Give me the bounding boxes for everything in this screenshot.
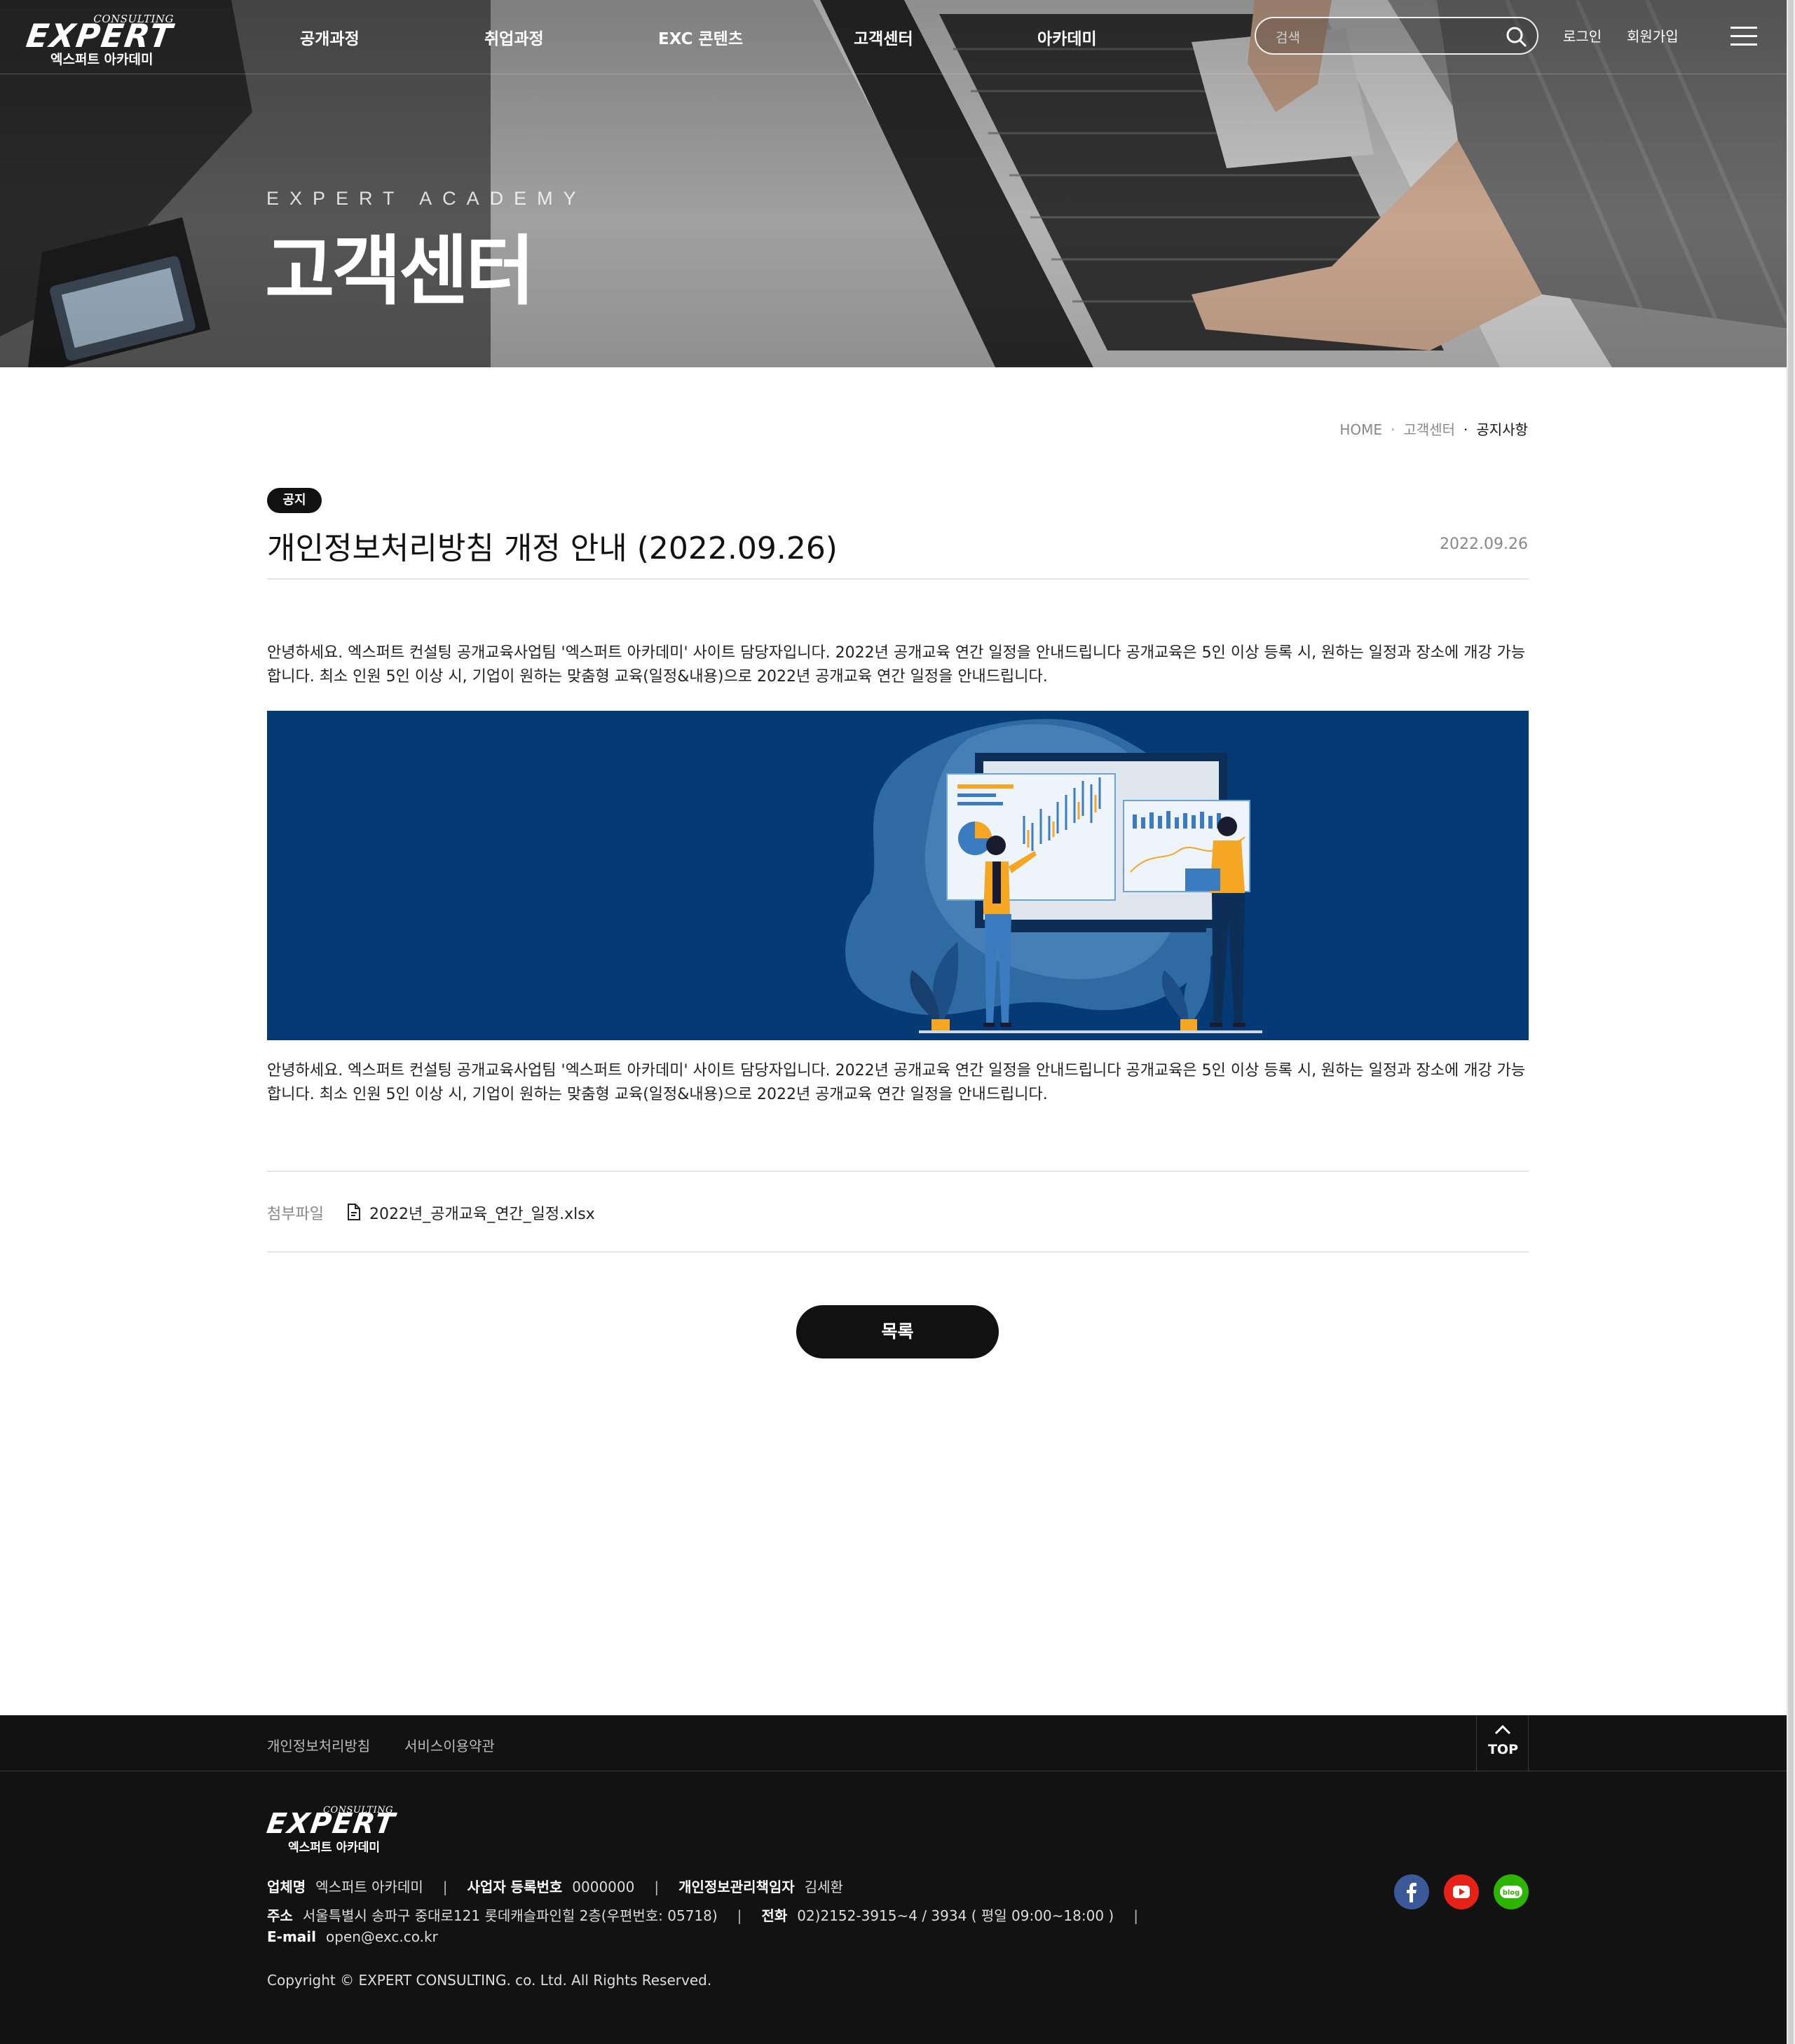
post-title: 개인정보처리방침 개정 안내 (2022.09.26): [267, 531, 838, 566]
site-logo[interactable]: CONSULTING EXPERT 엑스퍼트 아카데미: [24, 13, 175, 67]
page-title: 고객센터: [265, 228, 535, 315]
notice-badge: 공지: [267, 488, 322, 513]
breadcrumb-customer-center[interactable]: 고객센터: [1403, 421, 1455, 438]
hero-banner: CONSULTING EXPERT 엑스퍼트 아카데미 공개과정 취업과정 EX…: [0, 0, 1795, 367]
nav-item-public-courses[interactable]: 공개과정: [300, 25, 360, 49]
copyright: Copyright © EXPERT CONSULTING. co. Ltd. …: [267, 1972, 712, 1989]
login-link[interactable]: 로그인: [1563, 25, 1602, 46]
breadcrumb: HOME · 고객센터 · 공지사항: [1339, 421, 1528, 438]
company-info-line-2: 주소 서울특별시 송파구 중대로121 롯데캐슬파인힐 2층(우편번호: 0571…: [267, 1907, 1138, 1924]
search-input[interactable]: 검색: [1276, 27, 1300, 46]
file-icon: [348, 1204, 360, 1220]
list-button[interactable]: 목록: [796, 1305, 999, 1358]
chevron-up-icon: [1494, 1725, 1511, 1735]
post-date: 2022.09.26: [1440, 536, 1528, 553]
signup-link[interactable]: 회원가입: [1627, 25, 1679, 46]
nav-item-job-courses[interactable]: 취업과정: [484, 25, 544, 49]
hamburger-icon[interactable]: [1731, 27, 1757, 46]
search-icon[interactable]: [1505, 25, 1527, 48]
nav-item-customer-center[interactable]: 고객센터: [854, 25, 913, 49]
post-paragraph-2: 안녕하세요. 엑스퍼트 컨설팅 공개교육사업팀 '엑스퍼트 아카데미' 사이트 …: [267, 1062, 1526, 1103]
company-info-line-1: 업체명 엑스퍼트 아카데미 | 사업자 등록번호 0000000 | 개인정보관리책임자 김세…: [267, 1879, 843, 1895]
breadcrumb-current: 공지사항: [1476, 421, 1528, 438]
top-navigation: CONSULTING EXPERT 엑스퍼트 아카데미 공개과정 취업과정 EX…: [0, 0, 1795, 74]
logo-subtitle: 엑스퍼트 아카데미: [50, 52, 153, 67]
privacy-policy-link[interactable]: 개인정보처리방침: [267, 1735, 370, 1755]
footer-email[interactable]: open@exc.co.kr: [326, 1928, 438, 1945]
facebook-icon[interactable]: [1394, 1874, 1429, 1909]
title-divider: [267, 578, 1529, 580]
business-analytics-illustration: [845, 718, 1262, 1033]
hero-subtitle: EXPERT ACADEMY: [266, 188, 587, 209]
top-label: TOP: [1487, 1742, 1519, 1757]
breadcrumb-home[interactable]: HOME: [1339, 421, 1382, 438]
svg-text:blog: blog: [1503, 1889, 1520, 1897]
blog-icon[interactable]: blog: [1494, 1874, 1529, 1909]
attachment-top-divider: [267, 1171, 1529, 1172]
scroll-top-button[interactable]: TOP: [1476, 1715, 1529, 1771]
terms-of-service-link[interactable]: 서비스이용약관: [404, 1735, 495, 1755]
page-scrollbar[interactable]: [1787, 0, 1795, 2044]
footer-link-bar: 개인정보처리방침 서비스이용약관 TOP: [0, 1715, 1795, 1771]
nav-item-exc-contents[interactable]: EXC 콘텐츠: [658, 25, 743, 49]
nav-item-academy[interactable]: 아카데미: [1037, 25, 1097, 49]
scrollbar-thumb[interactable]: [1788, 0, 1794, 2044]
attachment-file-link[interactable]: 2022년_공개교육_연간_일정.xlsx: [369, 1201, 595, 1224]
search-box[interactable]: 검색: [1255, 17, 1538, 55]
attachment-bottom-divider: [267, 1251, 1529, 1253]
youtube-icon[interactable]: [1444, 1874, 1479, 1909]
post-paragraph-1: 안녕하세요. 엑스퍼트 컨설팅 공개교육사업팀 '엑스퍼트 아카데미' 사이트 …: [267, 644, 1526, 686]
footer-logo: CONSULTING EXPERT 엑스퍼트 아카데미: [264, 1805, 398, 1855]
attachment-label: 첨부파일: [267, 1206, 324, 1223]
post-image: [267, 711, 1529, 1040]
company-info-line-3: E-mail open@exc.co.kr: [267, 1928, 438, 1945]
